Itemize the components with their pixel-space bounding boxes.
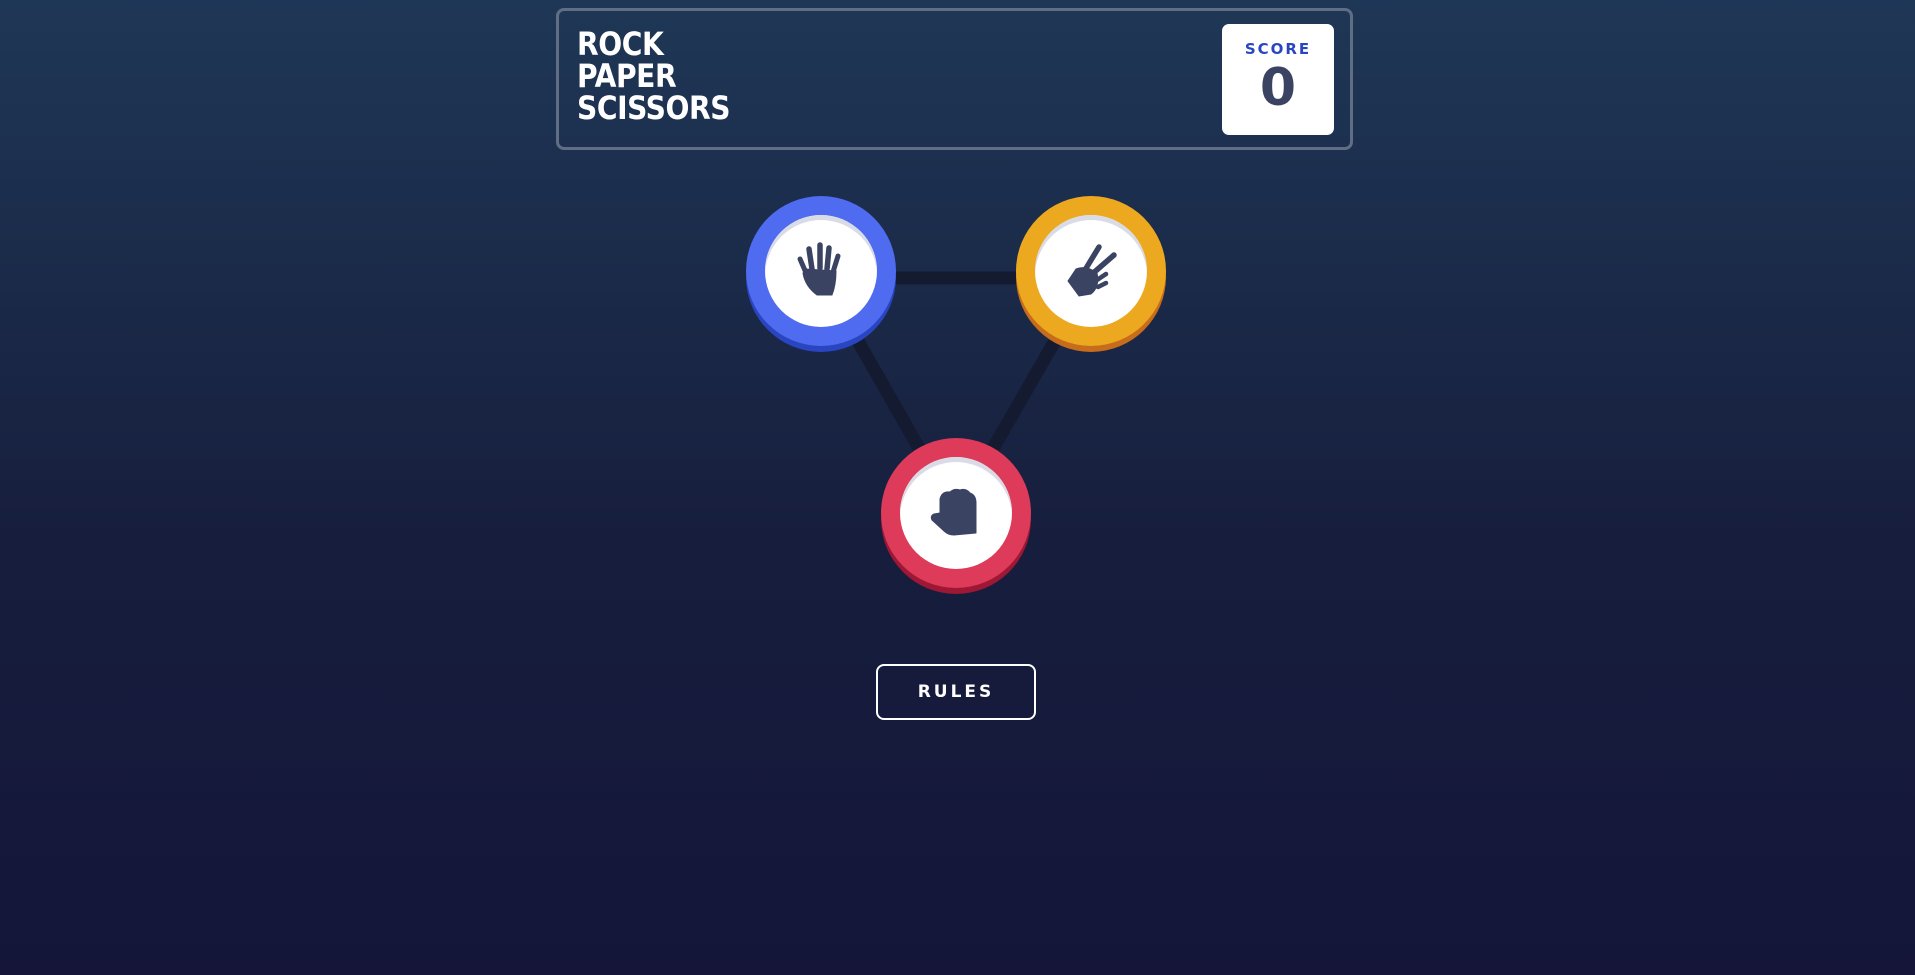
title-line-paper: PAPER [577,57,677,95]
scissors-hand-icon [1067,244,1117,297]
scissors-choice-face [1035,215,1147,327]
rock-fist-icon [930,488,977,536]
paper-choice-button[interactable] [746,196,896,346]
rules-button[interactable]: RULES [876,664,1036,720]
rock-choice-face [900,457,1012,569]
rock-choice-button[interactable] [881,438,1031,588]
game-title: ROCK PAPER SCISSORS [577,25,731,127]
paper-choice-face [765,215,877,327]
score-box: SCORE 0 [1222,24,1334,135]
title-line-scissors: SCISSORS [577,89,731,127]
paper-hand-icon [797,242,841,296]
score-label: SCORE [1244,40,1312,58]
score-value: 0 [1259,58,1297,118]
header-panel: ROCK PAPER SCISSORS SCORE 0 [556,8,1353,150]
title-line-rock: ROCK [577,25,664,63]
scissors-choice-button[interactable] [1016,196,1166,346]
